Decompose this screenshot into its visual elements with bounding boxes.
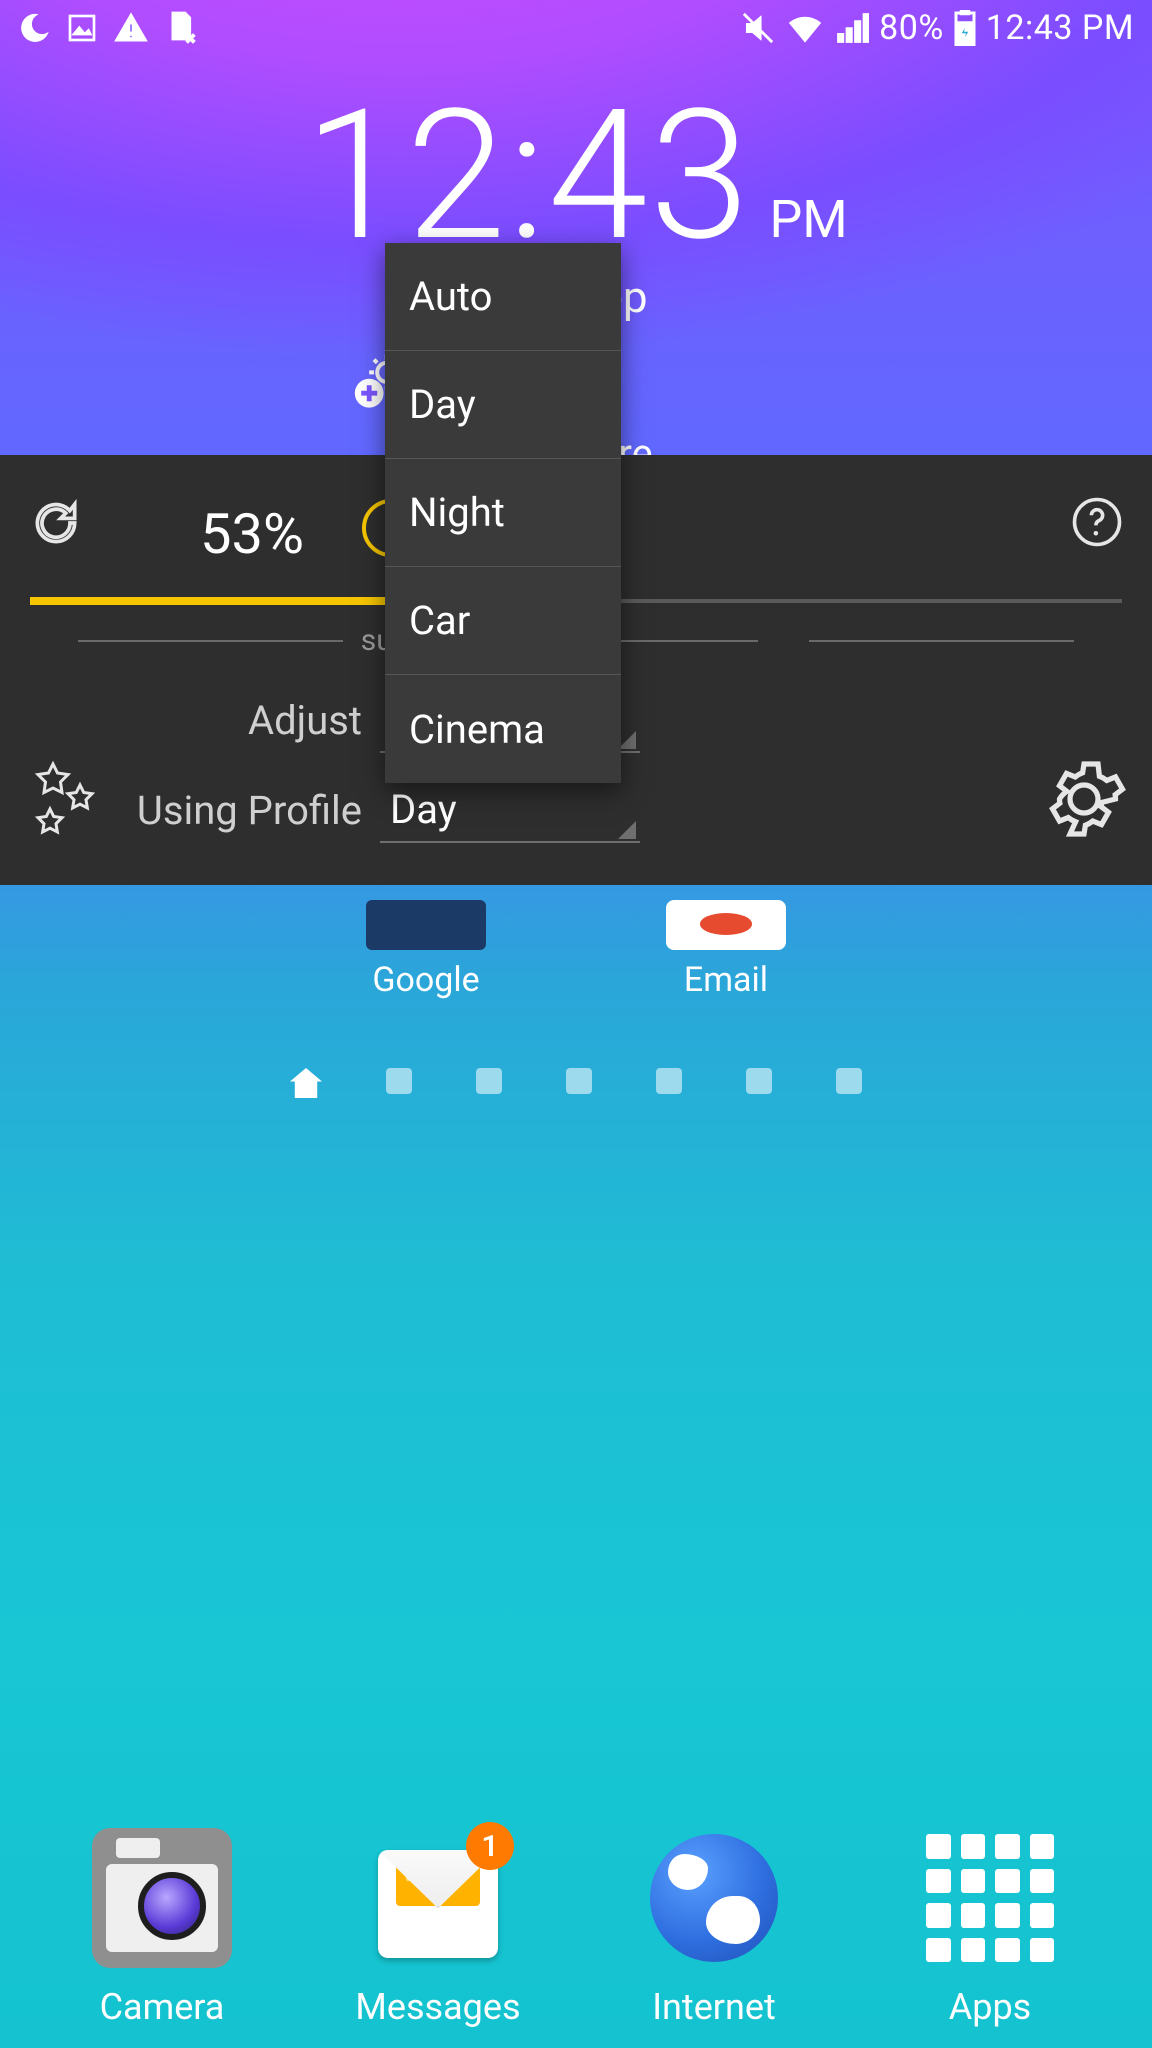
adjust-label: Adjust <box>30 697 380 744</box>
dropdown-option[interactable]: Night <box>385 459 621 567</box>
globe-icon <box>644 1828 784 1968</box>
dock-label: Apps <box>890 1986 1090 2028</box>
profile-select[interactable]: Day <box>380 777 640 843</box>
profile-dropdown[interactable]: AutoDayNightCarCinema <box>385 243 621 783</box>
app-label: Email <box>636 960 816 1000</box>
dropdown-option[interactable]: Day <box>385 351 621 459</box>
moon-icon <box>18 12 50 44</box>
dock-internet[interactable]: Internet <box>614 1828 814 2028</box>
warning-icon <box>114 11 148 45</box>
dock-apps[interactable]: Apps <box>890 1828 1090 2028</box>
page-dot[interactable] <box>746 1068 772 1094</box>
dropdown-option[interactable]: Car <box>385 567 621 675</box>
brightness-percent: 53% <box>200 501 304 567</box>
page-dot[interactable] <box>836 1068 862 1094</box>
page-dot[interactable] <box>566 1068 592 1094</box>
app-email[interactable]: Email <box>636 900 816 1000</box>
messages-badge: 1 <box>466 1822 514 1870</box>
home-icons-row: Google Email <box>0 900 1152 1000</box>
presets-button[interactable] <box>26 755 116 848</box>
dock-label: Internet <box>614 1986 814 2028</box>
signal-icon <box>835 11 869 45</box>
app-label: Google <box>336 960 516 1000</box>
status-clock: 12:43 PM <box>986 8 1134 48</box>
page-indicator[interactable] <box>0 1068 1152 1098</box>
dock: Camera 1 Messages Internet Apps <box>0 1828 1152 2028</box>
status-right: 80% 12:43 PM <box>741 8 1134 48</box>
dropdown-option[interactable]: Auto <box>385 243 621 351</box>
status-left <box>18 11 196 45</box>
battery-text: 80% <box>879 8 944 48</box>
email-icon <box>666 900 786 950</box>
photo-icon <box>66 12 98 44</box>
messages-icon: 1 <box>368 1828 508 1968</box>
status-bar: 80% 12:43 PM <box>0 0 1152 56</box>
page-dot-home[interactable] <box>290 1068 322 1098</box>
dock-label: Messages <box>338 1986 538 2028</box>
dock-camera[interactable]: Camera <box>62 1828 262 2028</box>
dock-messages[interactable]: 1 Messages <box>338 1828 538 2028</box>
page-dot[interactable] <box>386 1068 412 1094</box>
wifi-icon <box>785 11 825 45</box>
google-folder-icon <box>366 900 486 950</box>
refresh-button[interactable] <box>28 495 84 554</box>
clock-ampm: PM <box>769 189 847 250</box>
dropdown-option[interactable]: Cinema <box>385 675 621 783</box>
page-dot[interactable] <box>476 1068 502 1094</box>
camera-icon <box>92 1828 232 1968</box>
page-dot[interactable] <box>656 1068 682 1094</box>
app-google[interactable]: Google <box>336 900 516 1000</box>
settings-button[interactable] <box>1042 757 1126 844</box>
apps-grid-icon <box>920 1828 1060 1968</box>
battery-charging-icon <box>954 10 976 46</box>
sim-error-icon <box>164 11 196 45</box>
profile-value: Day <box>390 786 457 833</box>
help-button[interactable] <box>1070 495 1124 552</box>
dock-label: Camera <box>62 1986 262 2028</box>
mute-icon <box>741 11 775 45</box>
